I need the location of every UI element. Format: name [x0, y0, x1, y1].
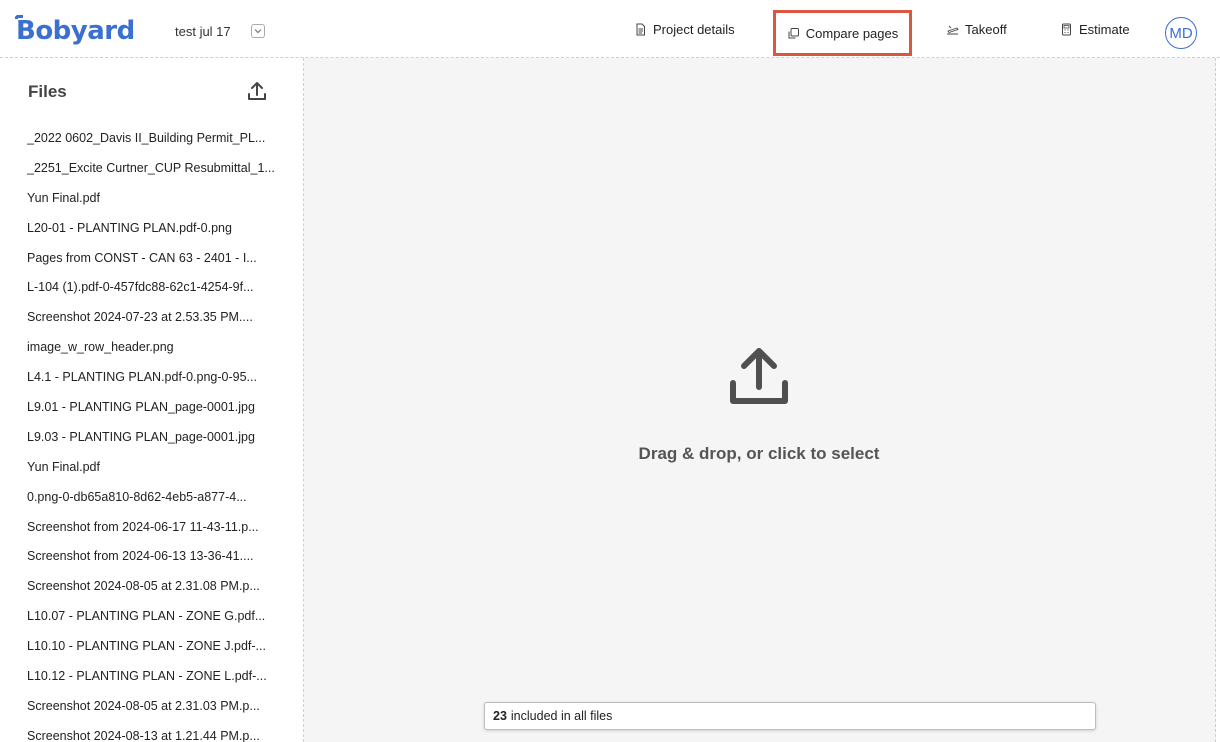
upload-icon[interactable] [247, 80, 267, 102]
user-avatar[interactable]: MD [1165, 17, 1197, 49]
files-title: Files [28, 82, 67, 101]
logo-mark [15, 15, 23, 19]
file-list-item[interactable]: L10.10 - PLANTING PLAN - ZONE J.pdf-... [27, 636, 287, 666]
nav-project-details-label: Project details [653, 21, 735, 37]
file-list-item[interactable]: Yun Final.pdf [27, 457, 287, 487]
nav-estimate-label: Estimate [1079, 21, 1130, 37]
file-list-item[interactable]: image_w_row_header.png [27, 337, 287, 367]
included-label: included in all files [510, 709, 613, 723]
logo-text: Bobyard [16, 16, 135, 46]
upload-icon [730, 348, 788, 404]
logo[interactable]: Bobyard [15, 14, 135, 48]
file-list-item[interactable]: L4.1 - PLANTING PLAN.pdf-0.png-0-95... [27, 367, 287, 397]
file-list-item[interactable]: Screenshot 2024-08-13 at 1.21.44 PM.p... [27, 726, 287, 742]
file-list-item[interactable]: L9.03 - PLANTING PLAN_page-0001.jpg [27, 427, 287, 457]
calculator-icon [1062, 23, 1071, 35]
nav-project-details[interactable]: Project details [634, 0, 735, 58]
nav-compare-pages-label: Compare pages [805, 25, 899, 41]
file-list-item[interactable]: _2251_Excite Curtner_CUP Resubmittal_1..… [27, 158, 287, 188]
project-name: test jul 17 [175, 24, 231, 39]
file-list-item[interactable]: Screenshot from 2024-06-17 11-43-11.p... [27, 517, 287, 547]
chevron-down-icon [254, 29, 262, 34]
file-list-item[interactable]: L10.12 - PLANTING PLAN - ZONE L.pdf-... [27, 666, 287, 696]
top-bar: Bobyard test jul 17 Project details Comp… [0, 0, 1220, 58]
file-list-item[interactable]: Screenshot 2024-08-05 at 2.31.08 PM.p... [27, 576, 287, 606]
nav-estimate[interactable]: Estimate [1060, 0, 1130, 58]
file-list-item[interactable]: Screenshot from 2024-06-13 13-36-41.... [27, 546, 287, 576]
included-count: 23 [493, 709, 507, 723]
file-list-item[interactable]: Yun Final.pdf [27, 188, 287, 218]
file-list-item[interactable]: Pages from CONST - CAN 63 - 2401 - I... [27, 248, 287, 278]
file-list-item[interactable]: L10.07 - PLANTING PLAN - ZONE G.pdf... [27, 606, 287, 636]
included-files-status: 23 included in all files [484, 702, 1096, 730]
document-icon [636, 23, 645, 35]
file-list-item[interactable]: 0.png-0-db65a810-8d62-4eb5-a877-4... [27, 487, 287, 517]
project-dropdown-button[interactable] [251, 24, 265, 38]
takeoff-icon [947, 25, 959, 34]
nav-compare-pages[interactable]: Compare pages [773, 10, 912, 56]
nav-takeoff[interactable]: Takeoff [946, 0, 1007, 58]
file-dropzone[interactable]: Drag & drop, or click to select [304, 58, 1216, 742]
file-list-item[interactable]: L-104 (1).pdf-0-457fdc88-62c1-4254-9f... [27, 277, 287, 307]
file-list-item[interactable]: _2022 0602_Davis II_Building Permit_PL..… [27, 128, 287, 158]
file-list-item[interactable]: L20-01 - PLANTING PLAN.pdf-0.png [27, 218, 287, 248]
file-list-item[interactable]: Screenshot 2024-08-05 at 2.31.03 PM.p... [27, 696, 287, 726]
file-list-item[interactable]: Screenshot 2024-07-23 at 2.53.35 PM.... [27, 307, 287, 337]
dropzone-text: Drag & drop, or click to select [638, 444, 880, 463]
copy-pages-icon [788, 27, 799, 38]
files-sidebar: Files _2022 0602_Davis II_Building Permi… [0, 58, 304, 742]
file-list-item[interactable]: L9.01 - PLANTING PLAN_page-0001.jpg [27, 397, 287, 427]
file-list: _2022 0602_Davis II_Building Permit_PL..… [27, 128, 287, 742]
nav-takeoff-label: Takeoff [965, 21, 1007, 37]
